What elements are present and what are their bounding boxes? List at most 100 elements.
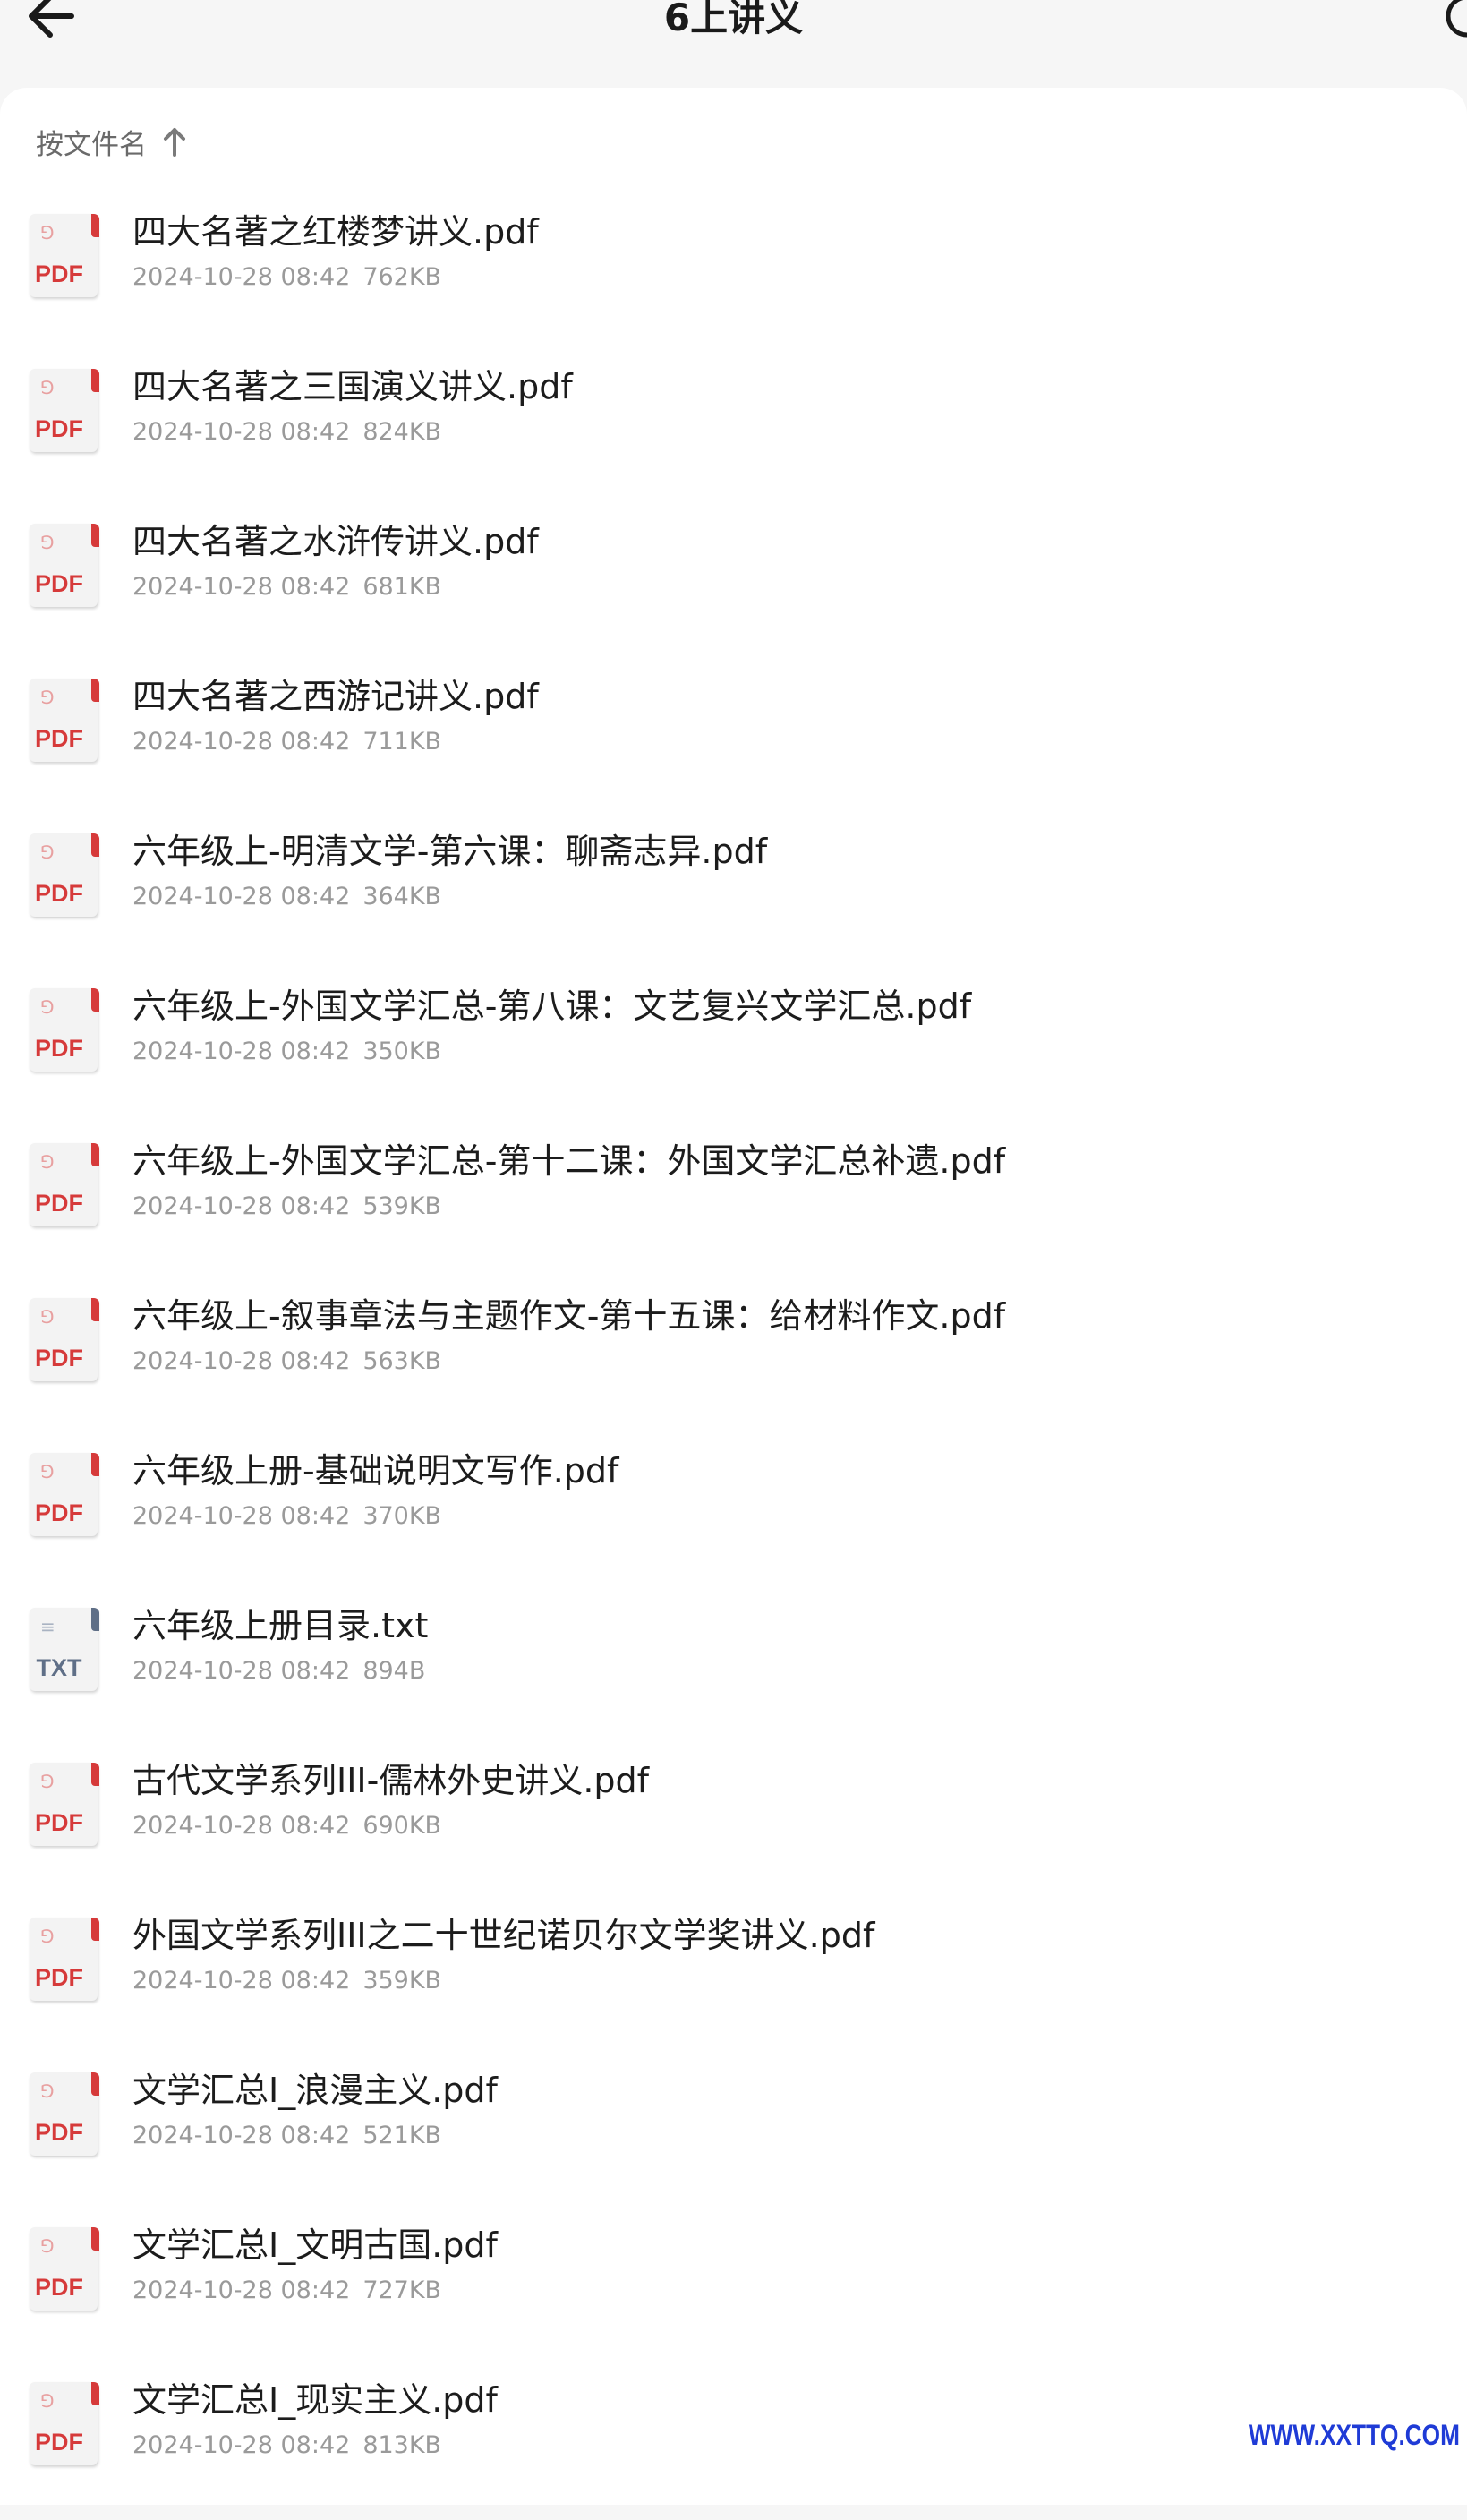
top-bar: 6上讲义 — [0, 0, 1467, 90]
file-size: 350KB — [362, 1038, 442, 1065]
sort-toggle[interactable]: 按文件名 — [36, 119, 188, 164]
file-date: 2024-10-28 08:42 — [132, 728, 351, 756]
file-list-item[interactable]: ⅁ PDF 六年级上-明清文学-第六课：聊斋志异.pdf 2024-10-28 08:… — [0, 816, 1467, 971]
pdf-file-icon: ⅁ PDF — [30, 1763, 101, 1849]
file-list-item[interactable]: ⅁ PDF 四大名著之红楼梦讲义.pdf 2024-10-28 08:42 762KB — [0, 197, 1467, 352]
file-name: 六年级上-叙事章法与主题作文-第十五课：给材料作文.pdf — [132, 1296, 1006, 1336]
file-type-label: PDF — [35, 261, 83, 287]
file-name: 外国文学系列III之二十世纪诺贝尔文学奖讲义.pdf — [132, 1916, 875, 1955]
file-list: ⅁ PDF 四大名著之红楼梦讲义.pdf 2024-10-28 08:42 762KB ⅁… — [0, 197, 1467, 2520]
file-type-label: PDF — [35, 2119, 83, 2146]
search-icon — [1446, 0, 1467, 38]
file-name: 四大名著之西游记讲义.pdf — [132, 677, 539, 716]
file-list-item[interactable]: ⅁ PDF 六年级上册-基础说明文写作.pdf 2024-10-28 08:42 370… — [0, 1436, 1467, 1591]
file-type-label: PDF — [35, 1499, 83, 1526]
file-size: 690KB — [362, 1812, 442, 1840]
file-date: 2024-10-28 08:42 — [132, 1038, 351, 1065]
file-name: 文学汇总I_现实主义.pdf — [132, 2380, 498, 2420]
file-date: 2024-10-28 08:42 — [132, 263, 351, 291]
file-type-label: PDF — [35, 880, 83, 907]
file-meta: 2024-10-28 08:42 813KB — [132, 2430, 441, 2462]
pdf-file-icon: ⅁ PDF — [30, 2072, 101, 2159]
file-name: 四大名著之水浒传讲义.pdf — [132, 522, 539, 561]
pdf-file-icon: ⅁ PDF — [30, 2227, 101, 2314]
file-size: 563KB — [362, 1347, 442, 1375]
pdf-file-icon: ⅁ PDF — [30, 1298, 101, 1385]
file-size: 824KB — [362, 418, 442, 446]
file-size: 539KB — [362, 1192, 442, 1220]
file-date: 2024-10-28 08:42 — [132, 1502, 351, 1530]
file-list-item[interactable]: ⅁ PDF 古代文学系列III-儒林外史讲义.pdf 2024-10-28 08:42… — [0, 1746, 1467, 1901]
file-meta: 2024-10-28 08:42 521KB — [132, 2120, 441, 2152]
file-name: 四大名著之三国演义讲义.pdf — [132, 367, 573, 406]
file-name: 六年级上-外国文学汇总-第十二课：外国文学汇总补遗.pdf — [132, 1141, 1006, 1181]
file-list-item[interactable]: ⅁ PDF 六年级上-外国文学汇总-第十二课：外国文学汇总补遗.pdf 2024-10… — [0, 1126, 1467, 1281]
page-title: 6上讲义 — [663, 0, 804, 39]
file-list-item[interactable]: ⅁ PDF 文学汇总I_浪漫主义.pdf 2024-10-28 08:42 521KB — [0, 2055, 1467, 2210]
pdf-file-icon: ⅁ PDF — [30, 214, 101, 301]
file-name: 古代文学系列III-儒林外史讲义.pdf — [132, 1761, 650, 1800]
pdf-file-icon: ⅁ PDF — [30, 1453, 101, 1540]
file-meta: 2024-10-28 08:42 727KB — [132, 2275, 441, 2307]
file-date: 2024-10-28 08:42 — [132, 1192, 351, 1220]
file-type-label: PDF — [35, 1809, 83, 1836]
file-list-item[interactable]: ⅁ PDF 四大名著之水浒传讲义.pdf 2024-10-28 08:42 681KB — [0, 507, 1467, 662]
file-name: 四大名著之红楼梦讲义.pdf — [132, 212, 539, 252]
file-type-label: PDF — [35, 570, 83, 597]
file-meta: 2024-10-28 08:42 364KB — [132, 881, 441, 913]
file-meta: 2024-10-28 08:42 350KB — [132, 1036, 441, 1068]
file-type-label: PDF — [35, 725, 83, 752]
file-date: 2024-10-28 08:42 — [132, 2122, 351, 2149]
file-date: 2024-10-28 08:42 — [132, 1812, 351, 1840]
pdf-file-icon: ⅁ PDF — [30, 2382, 101, 2469]
pdf-file-icon: ⅁ PDF — [30, 679, 101, 765]
file-list-item[interactable]: ⅁ PDF 外国文学系列III之二十世纪诺贝尔文学奖讲义.pdf 2024-10-28… — [0, 1901, 1467, 2055]
file-size: 727KB — [362, 2277, 442, 2304]
file-list-item[interactable]: ⅁ PDF 文学汇总I_现实主义.pdf 2024-10-28 08:42 813KB — [0, 2365, 1467, 2520]
file-meta: 2024-10-28 08:42 824KB — [132, 416, 441, 448]
file-list-item[interactable]: ⅁ PDF 六年级上-叙事章法与主题作文-第十五课：给材料作文.pdf 2024-10… — [0, 1281, 1467, 1436]
file-date: 2024-10-28 08:42 — [132, 1347, 351, 1375]
search-button[interactable] — [1437, 0, 1467, 43]
file-type-label: PDF — [35, 2429, 83, 2456]
file-meta: 2024-10-28 08:42 762KB — [132, 261, 441, 294]
file-type-label: TXT — [36, 1654, 82, 1681]
file-size: 813KB — [362, 2431, 442, 2459]
file-list-item[interactable]: ⅁ PDF 文学汇总I_文明古国.pdf 2024-10-28 08:42 727KB — [0, 2210, 1467, 2365]
file-meta: 2024-10-28 08:42 711KB — [132, 726, 441, 758]
watermark: WWW.XXTTQ.COM — [1248, 2419, 1460, 2451]
file-date: 2024-10-28 08:42 — [132, 883, 351, 910]
file-list-item[interactable]: ⅁ PDF 四大名著之西游记讲义.pdf 2024-10-28 08:42 711KB — [0, 662, 1467, 816]
file-type-label: PDF — [35, 1035, 83, 1062]
file-size: 364KB — [362, 883, 442, 910]
file-name: 六年级上册-基础说明文写作.pdf — [132, 1451, 619, 1491]
file-type-label: PDF — [35, 1345, 83, 1371]
file-size: 894B — [362, 1657, 426, 1685]
pdf-file-icon: ⅁ PDF — [30, 1143, 101, 1230]
file-date: 2024-10-28 08:42 — [132, 418, 351, 446]
file-name: 六年级上-明清文学-第六课：聊斋志异.pdf — [132, 832, 768, 871]
file-type-label: PDF — [35, 1964, 83, 1991]
file-list-item[interactable]: ⅁ PDF 六年级上-外国文学汇总-第八课：文艺复兴文学汇总.pdf 2024-10-… — [0, 971, 1467, 1126]
file-list-item[interactable]: ⅁ PDF 四大名著之三国演义讲义.pdf 2024-10-28 08:42 824KB — [0, 352, 1467, 507]
file-type-label: PDF — [35, 1190, 83, 1217]
file-meta: 2024-10-28 08:42 359KB — [132, 1965, 441, 1997]
file-meta: 2024-10-28 08:42 370KB — [132, 1500, 441, 1533]
pdf-file-icon: ⅁ PDF — [30, 1918, 101, 2004]
pdf-file-icon: ⅁ PDF — [30, 369, 101, 456]
file-type-label: PDF — [35, 415, 83, 442]
file-date: 2024-10-28 08:42 — [132, 1967, 351, 1995]
file-meta: 2024-10-28 08:42 894B — [132, 1655, 425, 1687]
sort-label: 按文件名 — [36, 128, 147, 161]
file-size: 359KB — [362, 1967, 442, 1995]
file-date: 2024-10-28 08:42 — [132, 2277, 351, 2304]
file-name: 六年级上册目录.txt — [132, 1606, 429, 1645]
file-meta: 2024-10-28 08:42 539KB — [132, 1191, 441, 1223]
file-meta: 2024-10-28 08:42 681KB — [132, 571, 441, 603]
file-name: 文学汇总I_文明古国.pdf — [132, 2225, 498, 2265]
file-name: 文学汇总I_浪漫主义.pdf — [132, 2071, 498, 2110]
file-size: 681KB — [362, 573, 442, 601]
file-size: 711KB — [362, 728, 442, 756]
file-size: 370KB — [362, 1502, 442, 1530]
file-list-item[interactable]: ≡ TXT 六年级上册目录.txt 2024-10-28 08:42 894B — [0, 1591, 1467, 1746]
